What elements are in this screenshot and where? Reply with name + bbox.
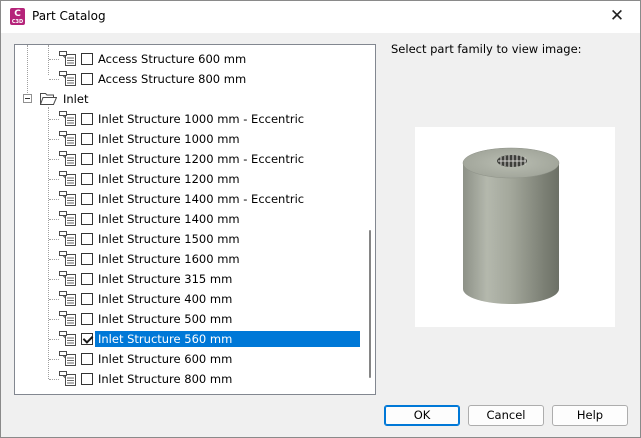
tree-item[interactable]: Inlet Structure 1400 mm - Eccentric [15,189,360,209]
tree-item-label: Inlet Structure 1400 mm - Eccentric [98,192,305,206]
tree-item-checkbox[interactable] [81,193,93,205]
preview-prompt: Select part family to view image: [391,42,582,56]
tree-item[interactable]: Inlet Structure 1200 mm [15,169,360,189]
tree-item[interactable]: Inlet Structure 1600 mm [15,249,360,269]
structure-part-icon [59,131,76,146]
structure-part-icon [59,371,76,386]
structure-part-icon [59,311,76,326]
window-title: Part Catalog [32,9,106,23]
structure-part-icon [59,331,76,346]
tree-item[interactable]: Inlet Structure 560 mm [15,329,360,349]
tree-item-checkbox[interactable] [81,233,93,245]
tree-connector-line [49,219,59,220]
tree-connector-line [49,379,59,380]
tree-item-label: Inlet Structure 1200 mm [98,172,240,186]
part-catalog-dialog: C C3D Part Catalog ✕ Access Structure 60… [0,0,641,438]
tree-item-label: Inlet Structure 560 mm [95,331,360,347]
tree-item-checkbox[interactable] [81,113,93,125]
tree-item-checkbox[interactable] [81,313,93,325]
tree-connector-line [49,239,59,240]
tree-item[interactable]: Inlet Structure 500 mm [15,309,360,329]
scrollbar-thumb[interactable] [369,230,371,378]
tree-folder-label: Inlet [63,92,89,106]
tree-item-checkbox[interactable] [81,253,93,265]
title-bar: C C3D Part Catalog ✕ [1,1,640,33]
tree-item-checkbox[interactable] [81,373,93,385]
structure-part-icon [59,351,76,366]
tree-item-label: Inlet Structure 1500 mm [98,232,240,246]
tree-item-label: Inlet Structure 315 mm [98,272,233,286]
tree-item[interactable]: Inlet Structure 1000 mm [15,129,360,149]
help-button[interactable]: Help [552,405,628,426]
tree-item[interactable]: Inlet Structure 1000 mm - Eccentric [15,109,360,129]
structure-part-icon [59,171,76,186]
tree-item-checkbox[interactable] [81,173,93,185]
tree-item[interactable]: Inlet Structure 800 mm [15,369,360,389]
tree-item-label: Inlet Structure 1400 mm [98,212,240,226]
inlet-structure-image [462,147,560,304]
tree-connector-line [49,339,59,340]
tree-item-label: Inlet Structure 1000 mm - Eccentric [98,112,305,126]
close-icon[interactable]: ✕ [597,5,637,29]
cancel-button[interactable]: Cancel [468,405,544,426]
structure-part-icon [59,151,76,166]
tree-item[interactable]: Access Structure 800 mm [15,69,360,89]
collapse-icon[interactable] [23,94,32,103]
tree-item-label: Inlet Structure 1600 mm [98,252,240,266]
structure-part-icon [59,231,76,246]
tree-connector-line [49,79,59,80]
structure-part-icon [59,191,76,206]
tree-item-label: Inlet Structure 800 mm [98,372,233,386]
tree-item-label: Access Structure 600 mm [98,52,247,66]
tree-connector-line [49,59,59,60]
tree-item-label: Access Structure 800 mm [98,72,247,86]
tree-item-label: Inlet Structure 1200 mm - Eccentric [98,152,305,166]
tree-connector-line [49,279,59,280]
tree-connector-line [49,159,59,160]
tree-item[interactable]: Inlet Structure 1500 mm [15,229,360,249]
tree-item-checkbox[interactable] [81,213,93,225]
tree-item[interactable]: Inlet Structure 315 mm [15,269,360,289]
structure-part-icon [59,271,76,286]
structure-part-icon [59,211,76,226]
tree-item-checkbox[interactable] [81,333,93,345]
tree-item[interactable]: Inlet Structure 1400 mm [15,209,360,229]
tree-item-label: Inlet Structure 400 mm [98,292,233,306]
structure-part-icon [59,291,76,306]
tree-connector-line [49,299,59,300]
tree-connector-line [49,259,59,260]
tree-item-checkbox[interactable] [81,53,93,65]
tree-item[interactable]: Inlet Structure 400 mm [15,289,360,309]
structure-part-icon [59,51,76,66]
part-tree[interactable]: Access Structure 600 mm Access Structure … [14,44,376,395]
tree-connector-line [49,319,59,320]
tree-connector-line [49,199,59,200]
tree-item-checkbox[interactable] [81,273,93,285]
tree-scrollbar[interactable] [363,45,375,394]
tree-item-label: Inlet Structure 1000 mm [98,132,240,146]
tree-item[interactable]: Inlet Structure 1200 mm - Eccentric [15,149,360,169]
structure-part-icon [59,111,76,126]
tree-item-label: Inlet Structure 600 mm [98,352,233,366]
tree-connector-line [49,359,59,360]
tree-folder-inlet[interactable]: Inlet [15,89,360,109]
tree-connector-line [49,139,59,140]
part-preview-image [415,127,615,327]
tree-item-checkbox[interactable] [81,73,93,85]
tree-item[interactable]: Access Structure 600 mm [15,49,360,69]
structure-part-icon [59,251,76,266]
folder-open-icon [39,92,58,105]
tree-item-checkbox[interactable] [81,293,93,305]
tree-item-checkbox[interactable] [81,153,93,165]
tree-item-label: Inlet Structure 500 mm [98,312,233,326]
ok-button[interactable]: OK [384,405,460,426]
tree-item-checkbox[interactable] [81,353,93,365]
tree-connector-line [49,179,59,180]
structure-part-icon [59,71,76,86]
tree-item[interactable]: Inlet Structure 600 mm [15,349,360,369]
civil3d-app-icon: C C3D [10,8,25,25]
tree-item-checkbox[interactable] [81,133,93,145]
tree-connector-line [49,119,59,120]
